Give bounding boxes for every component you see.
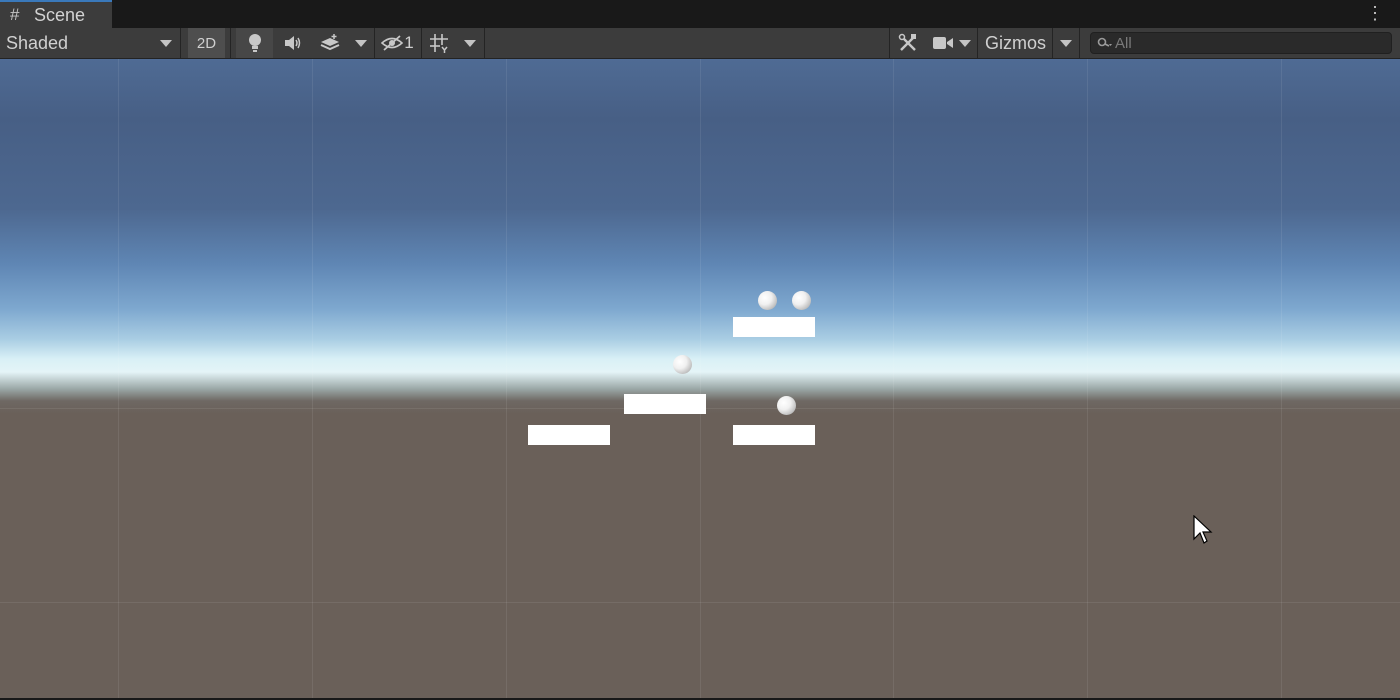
lighting-toggle-button[interactable] [236,28,273,58]
shading-mode-dropdown[interactable]: Shaded [0,28,178,58]
platform-object[interactable] [733,425,815,445]
tools-icon [898,33,916,51]
scene-viewport[interactable] [0,59,1400,698]
gizmos-dropdown-button[interactable] [1053,28,1079,58]
divider [180,28,181,58]
sphere-object[interactable] [758,291,777,310]
camera-icon [933,37,953,49]
search-input[interactable] [1115,33,1385,53]
2d-mode-button[interactable]: 2D [188,28,225,58]
grid-toggle-button[interactable] [422,28,456,58]
platform-object[interactable] [624,394,706,414]
divider [1079,28,1080,58]
grid-hash-icon: # [10,5,20,24]
grid-icon [430,34,448,53]
search-icon [1097,37,1112,47]
tab-bar: # Scene ⋮ [0,0,1400,28]
lightbulb-icon [248,34,261,52]
search-field[interactable] [1090,32,1392,54]
shading-mode-label: Shaded [6,33,69,53]
chevron-down-icon [1060,39,1072,47]
tab-scene-label: Scene [34,5,86,25]
tab-scene[interactable]: # Scene [0,0,112,28]
sphere-object[interactable] [792,291,811,310]
tool-settings-button[interactable] [890,28,926,58]
mouse-cursor-icon [1193,515,1213,544]
eye-hidden-icon [381,35,404,51]
more-options-icon[interactable]: ⋮ [1366,3,1384,23]
layers-effects-icon [320,34,339,51]
effects-dropdown-button[interactable] [348,28,374,58]
platform-object[interactable] [528,425,610,445]
speaker-icon [284,36,300,50]
divider [484,28,485,58]
sphere-object[interactable] [673,355,692,374]
grid-line [0,602,1400,603]
hidden-count: 1 [404,33,414,52]
gizmos-toggle-button[interactable]: Gizmos [978,28,1052,58]
audio-toggle-button[interactable] [274,28,311,58]
sphere-object[interactable] [777,396,796,415]
platform-object[interactable] [733,317,815,337]
effects-toggle-button[interactable] [312,28,347,58]
gizmos-label: Gizmos [985,33,1047,53]
divider [230,28,231,58]
camera-settings-button[interactable] [927,28,977,58]
chevron-down-icon [464,39,476,47]
chevron-down-icon [355,39,367,47]
chevron-down-icon [959,39,971,47]
scene-visibility-button[interactable]: 1 [375,28,420,58]
grid-dropdown-button[interactable] [457,28,483,58]
chevron-down-icon [160,40,172,47]
